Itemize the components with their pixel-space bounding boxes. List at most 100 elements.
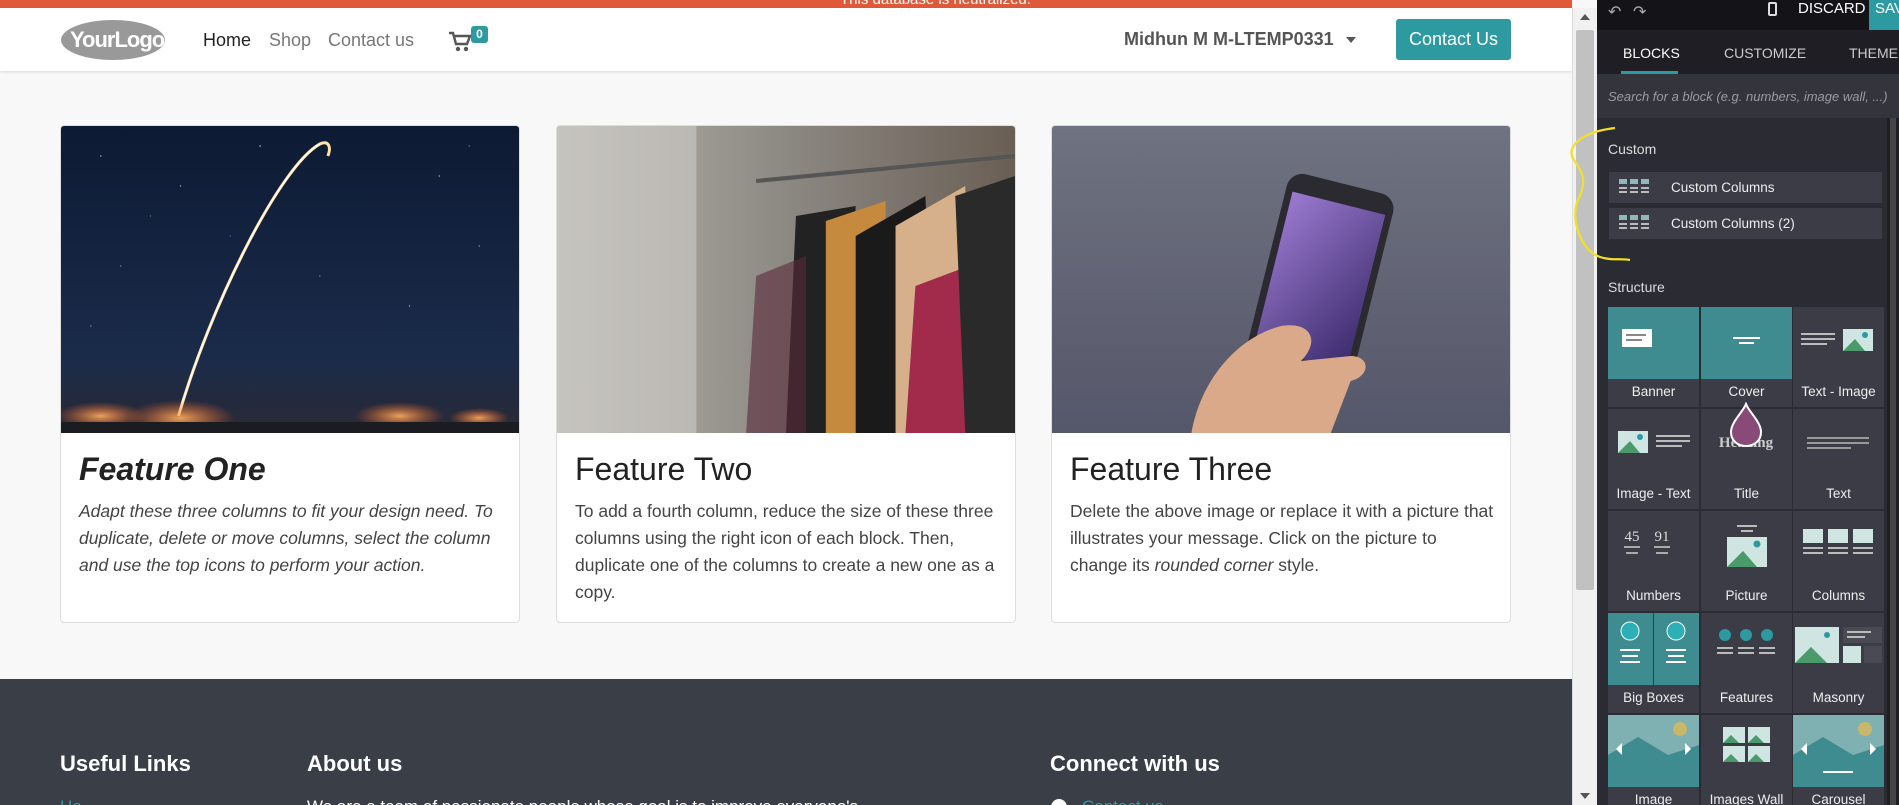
mobile-preview-icon[interactable]	[1768, 2, 1777, 16]
tab-blocks[interactable]: BLOCKS	[1623, 45, 1680, 61]
block-label: Columns	[1811, 588, 1866, 603]
save-button[interactable]: SAVE	[1869, 0, 1899, 30]
block-label: Cover	[1728, 384, 1765, 399]
structure-section-title: Structure	[1608, 279, 1665, 295]
tab-theme[interactable]: THEME	[1849, 45, 1898, 61]
scrollbar-thumb[interactable]	[1576, 30, 1594, 590]
site-footer: Useful Links About us Connect with us Ho…	[0, 679, 1572, 805]
footer-heading-about-us: About us	[307, 751, 403, 776]
features-thumbnail	[1717, 629, 1775, 654]
block-label: Masonry	[1812, 690, 1865, 705]
image-thumbnail	[1608, 715, 1699, 787]
columns-thumbnail	[1803, 529, 1873, 554]
nav-home[interactable]: Home	[203, 30, 251, 51]
card-text[interactable]: Delete the above image or replace it wit…	[1070, 498, 1495, 579]
footer-heading-connect: Connect with us	[1050, 751, 1220, 776]
neutralized-banner-text: This database is neutralized.	[840, 0, 1031, 8]
footer-heading-useful-links: Useful Links	[60, 751, 191, 776]
user-dropdown[interactable]: Midhun M M-LTEMP0331	[1124, 29, 1356, 50]
numbers-thumb-left: 45	[1625, 529, 1640, 545]
block-numbers[interactable]: 45 91 Numbers	[1608, 511, 1699, 611]
block-label: Text - Image	[1801, 384, 1876, 399]
block-label: Images Wall	[1709, 792, 1784, 805]
block-banner[interactable]: Banner	[1608, 307, 1699, 407]
custom-item-label: Custom Columns	[1671, 180, 1775, 195]
custom-columns-2-block[interactable]: Custom Columns (2)	[1608, 207, 1883, 240]
carousel-thumbnail	[1793, 715, 1884, 787]
custom-item-label: Custom Columns (2)	[1671, 216, 1795, 231]
block-text[interactable]: Text	[1793, 409, 1884, 509]
block-label: Numbers	[1626, 588, 1681, 603]
block-label: Big Boxes	[1623, 690, 1684, 705]
redo-icon[interactable]: ↷	[1633, 2, 1646, 22]
text-image-thumbnail	[1801, 329, 1873, 351]
drag-cursor-icon	[1729, 402, 1763, 448]
card-text-part: style.	[1273, 555, 1320, 575]
footer-about-text: We are a team of passionate people whose…	[307, 797, 858, 805]
block-columns[interactable]: Columns	[1793, 511, 1884, 611]
site-navbar: YourLogo Home Shop Contact us 0 Midhun M…	[0, 8, 1572, 71]
footer-contact-link[interactable]: Contact us	[1082, 797, 1163, 805]
comment-icon	[1051, 799, 1067, 805]
block-label: Title	[1733, 486, 1759, 501]
tab-customize[interactable]: CUSTOMIZE	[1724, 45, 1806, 61]
picture-thumbnail	[1727, 525, 1767, 567]
block-picture[interactable]: Picture	[1701, 511, 1792, 611]
clothing-rack-image[interactable]	[557, 126, 1015, 433]
block-carousel[interactable]: Carousel	[1793, 715, 1884, 805]
nav-contact-us[interactable]: Contact us	[328, 30, 414, 51]
block-label: Image - Text	[1616, 486, 1691, 501]
scroll-up-icon[interactable]	[1580, 14, 1590, 20]
block-label: Text	[1826, 486, 1851, 501]
card-text[interactable]: To add a fourth column, reduce the size …	[575, 498, 1000, 606]
undo-icon[interactable]: ↶	[1608, 2, 1621, 22]
block-image-text[interactable]: Image - Text	[1608, 409, 1699, 509]
card-title[interactable]: Feature Three	[1070, 451, 1272, 488]
custom-columns-block[interactable]: Custom Columns	[1608, 171, 1883, 204]
block-search-input[interactable]	[1597, 74, 1899, 118]
nav-shop[interactable]: Shop	[269, 30, 311, 51]
image-text-thumbnail	[1618, 431, 1690, 453]
numbers-thumb-right: 91	[1655, 529, 1670, 545]
text-thumbnail	[1807, 437, 1869, 449]
phone-in-hand-image[interactable]	[1052, 126, 1510, 433]
footer-link-home[interactable]: Ho	[60, 797, 82, 805]
block-masonry[interactable]: Masonry	[1793, 613, 1884, 713]
neutralized-banner: This database is neutralized.	[0, 0, 1572, 8]
panel-scrollbar-thumb[interactable]	[1890, 118, 1896, 805]
scroll-down-icon[interactable]	[1580, 793, 1590, 799]
card-text-emphasis: rounded corner	[1154, 555, 1274, 575]
editor-toolbar: ↶ ↷ DISCARD SAVE	[1597, 0, 1899, 30]
block-features[interactable]: Features	[1701, 613, 1792, 713]
card-title[interactable]: Feature Two	[575, 451, 752, 488]
contact-us-button[interactable]: Contact Us	[1396, 19, 1511, 60]
cart-count-badge: 0	[471, 26, 488, 43]
block-image[interactable]: Image	[1608, 715, 1699, 805]
panel-scrollbar[interactable]	[1887, 118, 1899, 805]
chevron-down-icon	[1345, 36, 1356, 43]
rocket-launch-image[interactable]	[61, 126, 519, 433]
site-logo[interactable]: YourLogo	[60, 19, 166, 61]
user-name: Midhun M M-LTEMP0331	[1124, 29, 1334, 49]
block-label: Banner	[1631, 384, 1676, 399]
block-cover[interactable]: Cover	[1701, 307, 1792, 407]
card-text[interactable]: Adapt these three columns to fit your de…	[79, 498, 504, 579]
website-editor-screen: This database is neutralized. YourLogo H…	[0, 0, 1899, 805]
block-text-image[interactable]: Text - Image	[1793, 307, 1884, 407]
block-big-boxes[interactable]: Big Boxes	[1608, 613, 1699, 713]
feature-card-one[interactable]: Feature One Adapt these three columns to…	[60, 125, 520, 623]
banner-thumbnail	[1608, 307, 1699, 379]
block-label: Features	[1719, 690, 1774, 705]
block-label: Carousel	[1811, 792, 1866, 805]
big-boxes-thumbnail	[1608, 613, 1699, 685]
card-title[interactable]: Feature One	[79, 451, 266, 488]
feature-card-three[interactable]: Feature Three Delete the above image or …	[1051, 125, 1511, 623]
page-scrollbar[interactable]	[1572, 8, 1597, 805]
discard-button[interactable]: DISCARD	[1798, 0, 1866, 17]
editor-tabs: BLOCKS CUSTOMIZE THEME	[1597, 30, 1899, 74]
block-images-wall[interactable]: Images Wall	[1701, 715, 1792, 805]
numbers-thumbnail: 45 91	[1624, 529, 1670, 554]
block-label: Image	[1634, 792, 1673, 805]
feature-card-two[interactable]: Feature Two To add a fourth column, redu…	[556, 125, 1016, 623]
cover-thumbnail	[1701, 307, 1792, 379]
